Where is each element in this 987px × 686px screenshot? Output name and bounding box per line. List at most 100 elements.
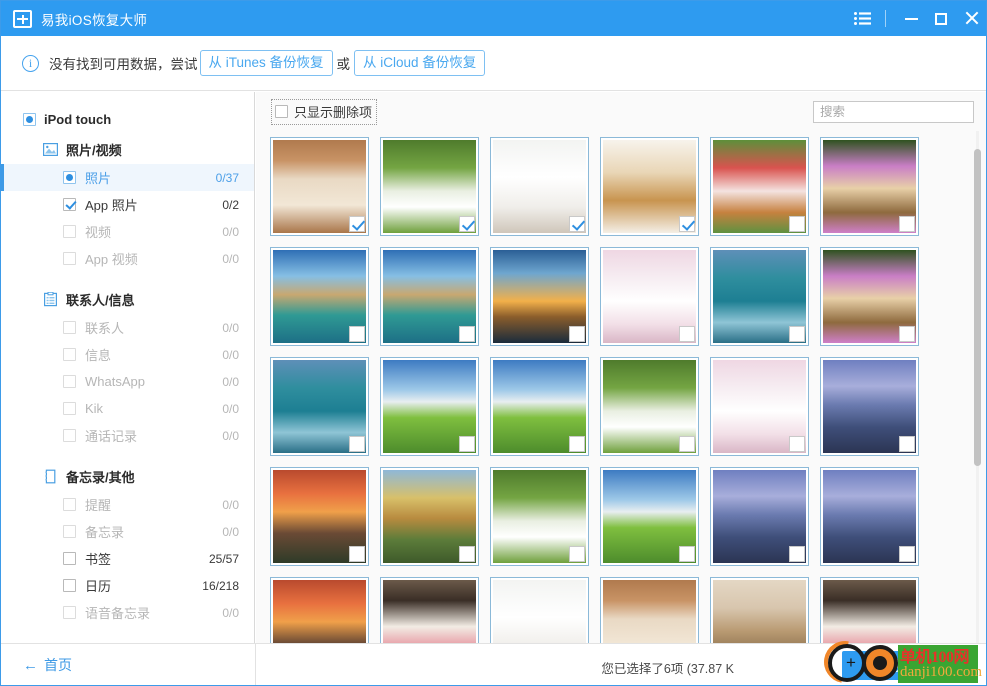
item-checkbox[interactable] [63,252,76,265]
thumbnail-grid-area[interactable] [256,131,986,643]
grid-scrollbar[interactable] [974,131,981,643]
thumbnail-checkbox[interactable] [569,326,585,342]
sidebar-item-voice-memos[interactable]: 语音备忘录 0/0 [1,599,254,626]
thumbnail-checkbox[interactable] [899,326,915,342]
thumbnail-item[interactable] [380,577,479,643]
restore-from-itunes-button[interactable]: 从 iTunes 备份恢复 [200,50,333,77]
thumbnail-checkbox[interactable] [789,436,805,452]
restore-from-icloud-button[interactable]: 从 iCloud 备份恢复 [354,50,485,77]
thumbnail-item[interactable] [820,247,919,346]
thumbnail-checkbox[interactable] [459,546,475,562]
thumbnail-checkbox[interactable] [569,436,585,452]
sidebar-item-notes[interactable]: 备忘录 0/0 [1,518,254,545]
sidebar-item-whatsapp[interactable]: WhatsApp 0/0 [1,368,254,395]
device-checkbox[interactable] [23,113,36,126]
thumbnail-item[interactable] [380,357,479,456]
thumbnail-checkbox[interactable] [459,216,475,232]
thumbnail-checkbox[interactable] [789,216,805,232]
thumbnail-item[interactable] [270,467,369,566]
sidebar-item-kik[interactable]: Kik 0/0 [1,395,254,422]
item-checkbox[interactable] [63,525,76,538]
thumbnail-item[interactable] [270,137,369,236]
sidebar-item-calendar[interactable]: 日历 16/218 [1,572,254,599]
thumbnail-item[interactable] [600,467,699,566]
sidebar-group-contacts-messages[interactable]: 联系人/信息 [1,284,254,314]
thumbnail-checkbox[interactable] [679,546,695,562]
thumbnail-checkbox[interactable] [789,326,805,342]
home-link[interactable]: ← 首页 [23,655,72,675]
item-checkbox[interactable] [63,321,76,334]
thumbnail-item[interactable] [710,577,809,643]
thumbnail-checkbox[interactable] [459,436,475,452]
sidebar-device-ipod-touch[interactable]: iPod touch [1,104,254,134]
thumbnail-item[interactable] [380,467,479,566]
sidebar-item-contacts[interactable]: 联系人 0/0 [1,314,254,341]
thumbnail-item[interactable] [710,247,809,346]
thumbnail-checkbox[interactable] [349,436,365,452]
thumbnail-checkbox[interactable] [679,326,695,342]
sidebar-item-videos[interactable]: 视频 0/0 [1,218,254,245]
item-checkbox[interactable] [63,198,76,211]
thumbnail-item[interactable] [380,137,479,236]
thumbnail-checkbox[interactable] [569,546,585,562]
sidebar-item-bookmarks[interactable]: 书签 25/57 [1,545,254,572]
thumbnail-item[interactable] [600,577,699,643]
search-input[interactable] [813,101,974,123]
thumbnail-item[interactable] [490,577,589,643]
thumbnail-item[interactable] [820,577,919,643]
thumbnail-item[interactable] [270,247,369,346]
thumbnail-checkbox[interactable] [459,326,475,342]
thumbnail-item[interactable] [710,137,809,236]
thumbnail-checkbox[interactable] [569,216,585,232]
show-deleted-checkbox-box[interactable] [275,105,288,118]
sidebar-group-photos-videos[interactable]: 照片/视频 [1,134,254,164]
sidebar-item-messages[interactable]: 信息 0/0 [1,341,254,368]
thumbnail-item[interactable] [380,247,479,346]
item-checkbox[interactable] [63,171,76,184]
close-button[interactable] [956,1,986,36]
thumbnail-checkbox[interactable] [789,546,805,562]
thumbnail-item[interactable] [710,357,809,456]
thumbnail-item[interactable] [600,137,699,236]
thumbnail-checkbox[interactable] [679,216,695,232]
menu-button[interactable] [845,1,879,36]
thumbnail-item[interactable] [270,577,369,643]
thumbnail-item[interactable] [490,357,589,456]
item-checkbox[interactable] [63,552,76,565]
recover-button[interactable]: 恢复 [842,651,966,680]
sidebar-item-call-history[interactable]: 通话记录 0/0 [1,422,254,449]
thumbnail-item[interactable] [600,357,699,456]
thumbnail-item[interactable] [820,467,919,566]
item-checkbox[interactable] [63,429,76,442]
item-checkbox[interactable] [63,375,76,388]
show-deleted-only-checkbox[interactable]: 只显示删除项 [271,99,377,125]
item-checkbox[interactable] [63,348,76,361]
thumbnail-item[interactable] [270,357,369,456]
item-checkbox[interactable] [63,606,76,619]
thumbnail-item[interactable] [820,137,919,236]
sidebar-group-notes-others[interactable]: 备忘录/其他 [1,461,254,491]
thumbnail-item[interactable] [490,247,589,346]
thumbnail-checkbox[interactable] [349,546,365,562]
thumbnail-checkbox[interactable] [899,546,915,562]
sidebar-item-reminders[interactable]: 提醒 0/0 [1,491,254,518]
item-checkbox[interactable] [63,579,76,592]
maximize-button[interactable] [926,1,956,36]
thumbnail-checkbox[interactable] [679,436,695,452]
thumbnail-item[interactable] [600,247,699,346]
item-checkbox[interactable] [63,225,76,238]
item-checkbox[interactable] [63,402,76,415]
sidebar-item-photos[interactable]: 照片 0/37 [1,164,254,191]
thumbnail-item[interactable] [490,137,589,236]
thumbnail-checkbox[interactable] [899,216,915,232]
scrollbar-thumb[interactable] [974,149,981,466]
thumbnail-checkbox[interactable] [349,326,365,342]
thumbnail-item[interactable] [490,467,589,566]
thumbnail-item[interactable] [710,467,809,566]
item-checkbox[interactable] [63,498,76,511]
thumbnail-checkbox[interactable] [899,436,915,452]
thumbnail-checkbox[interactable] [349,216,365,232]
minimize-button[interactable] [896,1,926,36]
thumbnail-item[interactable] [820,357,919,456]
sidebar-item-app-photos[interactable]: App 照片 0/2 [1,191,254,218]
